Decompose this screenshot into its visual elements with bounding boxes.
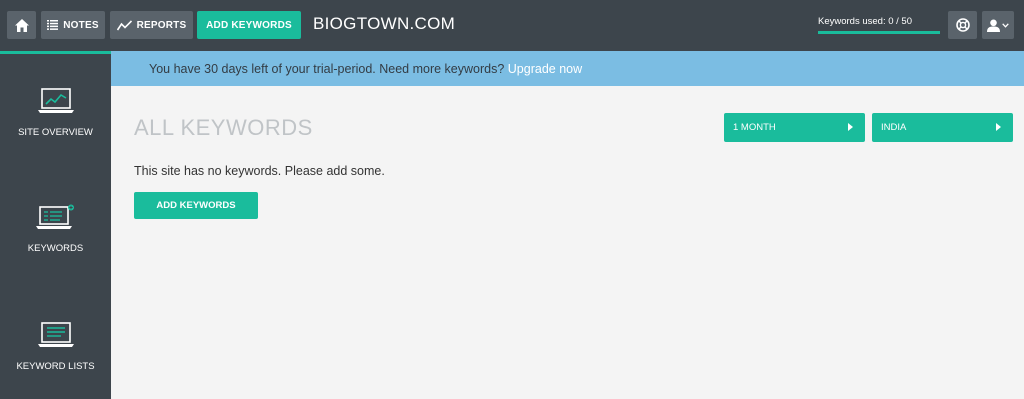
- keywords-usage: Keywords used: 0 / 50: [818, 16, 940, 34]
- help-button[interactable]: [948, 11, 977, 39]
- notes-label: NOTES: [63, 19, 99, 31]
- reports-label: REPORTS: [136, 19, 187, 31]
- main-content: ALL KEYWORDS 1 MONTH INDIA This site has…: [111, 86, 1024, 399]
- help-icon: [955, 18, 970, 32]
- reports-icon: [116, 19, 132, 31]
- notes-button[interactable]: NOTES: [41, 11, 105, 39]
- chevron-down-icon: [1002, 22, 1009, 28]
- reports-button[interactable]: REPORTS: [110, 11, 193, 39]
- keywords-usage-fill: [818, 31, 940, 34]
- user-icon: [987, 19, 1000, 32]
- sidebar: SITE OVERVIEW KEYWORDS KEYWORD LISTS: [0, 51, 111, 399]
- add-keywords-top-button[interactable]: ADD KEYWORDS: [197, 11, 301, 39]
- add-keywords-button[interactable]: ADD KEYWORDS: [134, 192, 258, 219]
- arrow-right-icon: [848, 123, 853, 131]
- sidebar-item-keywords[interactable]: KEYWORDS: [0, 204, 111, 254]
- laptop-list-icon: [37, 322, 75, 351]
- sidebar-item-label: KEYWORDS: [27, 243, 84, 254]
- period-label: 1 MONTH: [733, 122, 776, 133]
- country-label: INDIA: [881, 122, 907, 133]
- user-menu-button[interactable]: [982, 11, 1014, 39]
- notes-icon: [47, 20, 59, 30]
- page-title: ALL KEYWORDS: [134, 115, 313, 140]
- top-bar: NOTES REPORTS ADD KEYWORDS BIOGTOWN.COM …: [0, 0, 1024, 51]
- laptop-chart-icon: [37, 88, 75, 117]
- laptop-keywords-icon: [35, 204, 77, 233]
- upgrade-link[interactable]: Upgrade now: [508, 62, 582, 76]
- country-dropdown[interactable]: INDIA: [872, 113, 1013, 142]
- home-icon: [14, 18, 29, 32]
- keywords-used-label: Keywords used: 0 / 50: [818, 16, 912, 27]
- home-button[interactable]: [7, 11, 36, 39]
- sidebar-item-keyword-lists[interactable]: KEYWORD LISTS: [0, 322, 111, 372]
- arrow-right-icon: [996, 123, 1001, 131]
- trial-banner: You have 30 days left of your trial-peri…: [111, 51, 1024, 86]
- keywords-usage-bar: [818, 31, 940, 34]
- empty-state-message: This site has no keywords. Please add so…: [134, 164, 385, 178]
- sidebar-item-label: KEYWORD LISTS: [16, 361, 95, 372]
- sidebar-item-site-overview[interactable]: SITE OVERVIEW: [0, 88, 111, 138]
- period-dropdown[interactable]: 1 MONTH: [724, 113, 865, 142]
- trial-message: You have 30 days left of your trial-peri…: [149, 62, 505, 76]
- sidebar-item-label: SITE OVERVIEW: [18, 127, 93, 138]
- site-name: BIOGTOWN.COM: [313, 14, 456, 33]
